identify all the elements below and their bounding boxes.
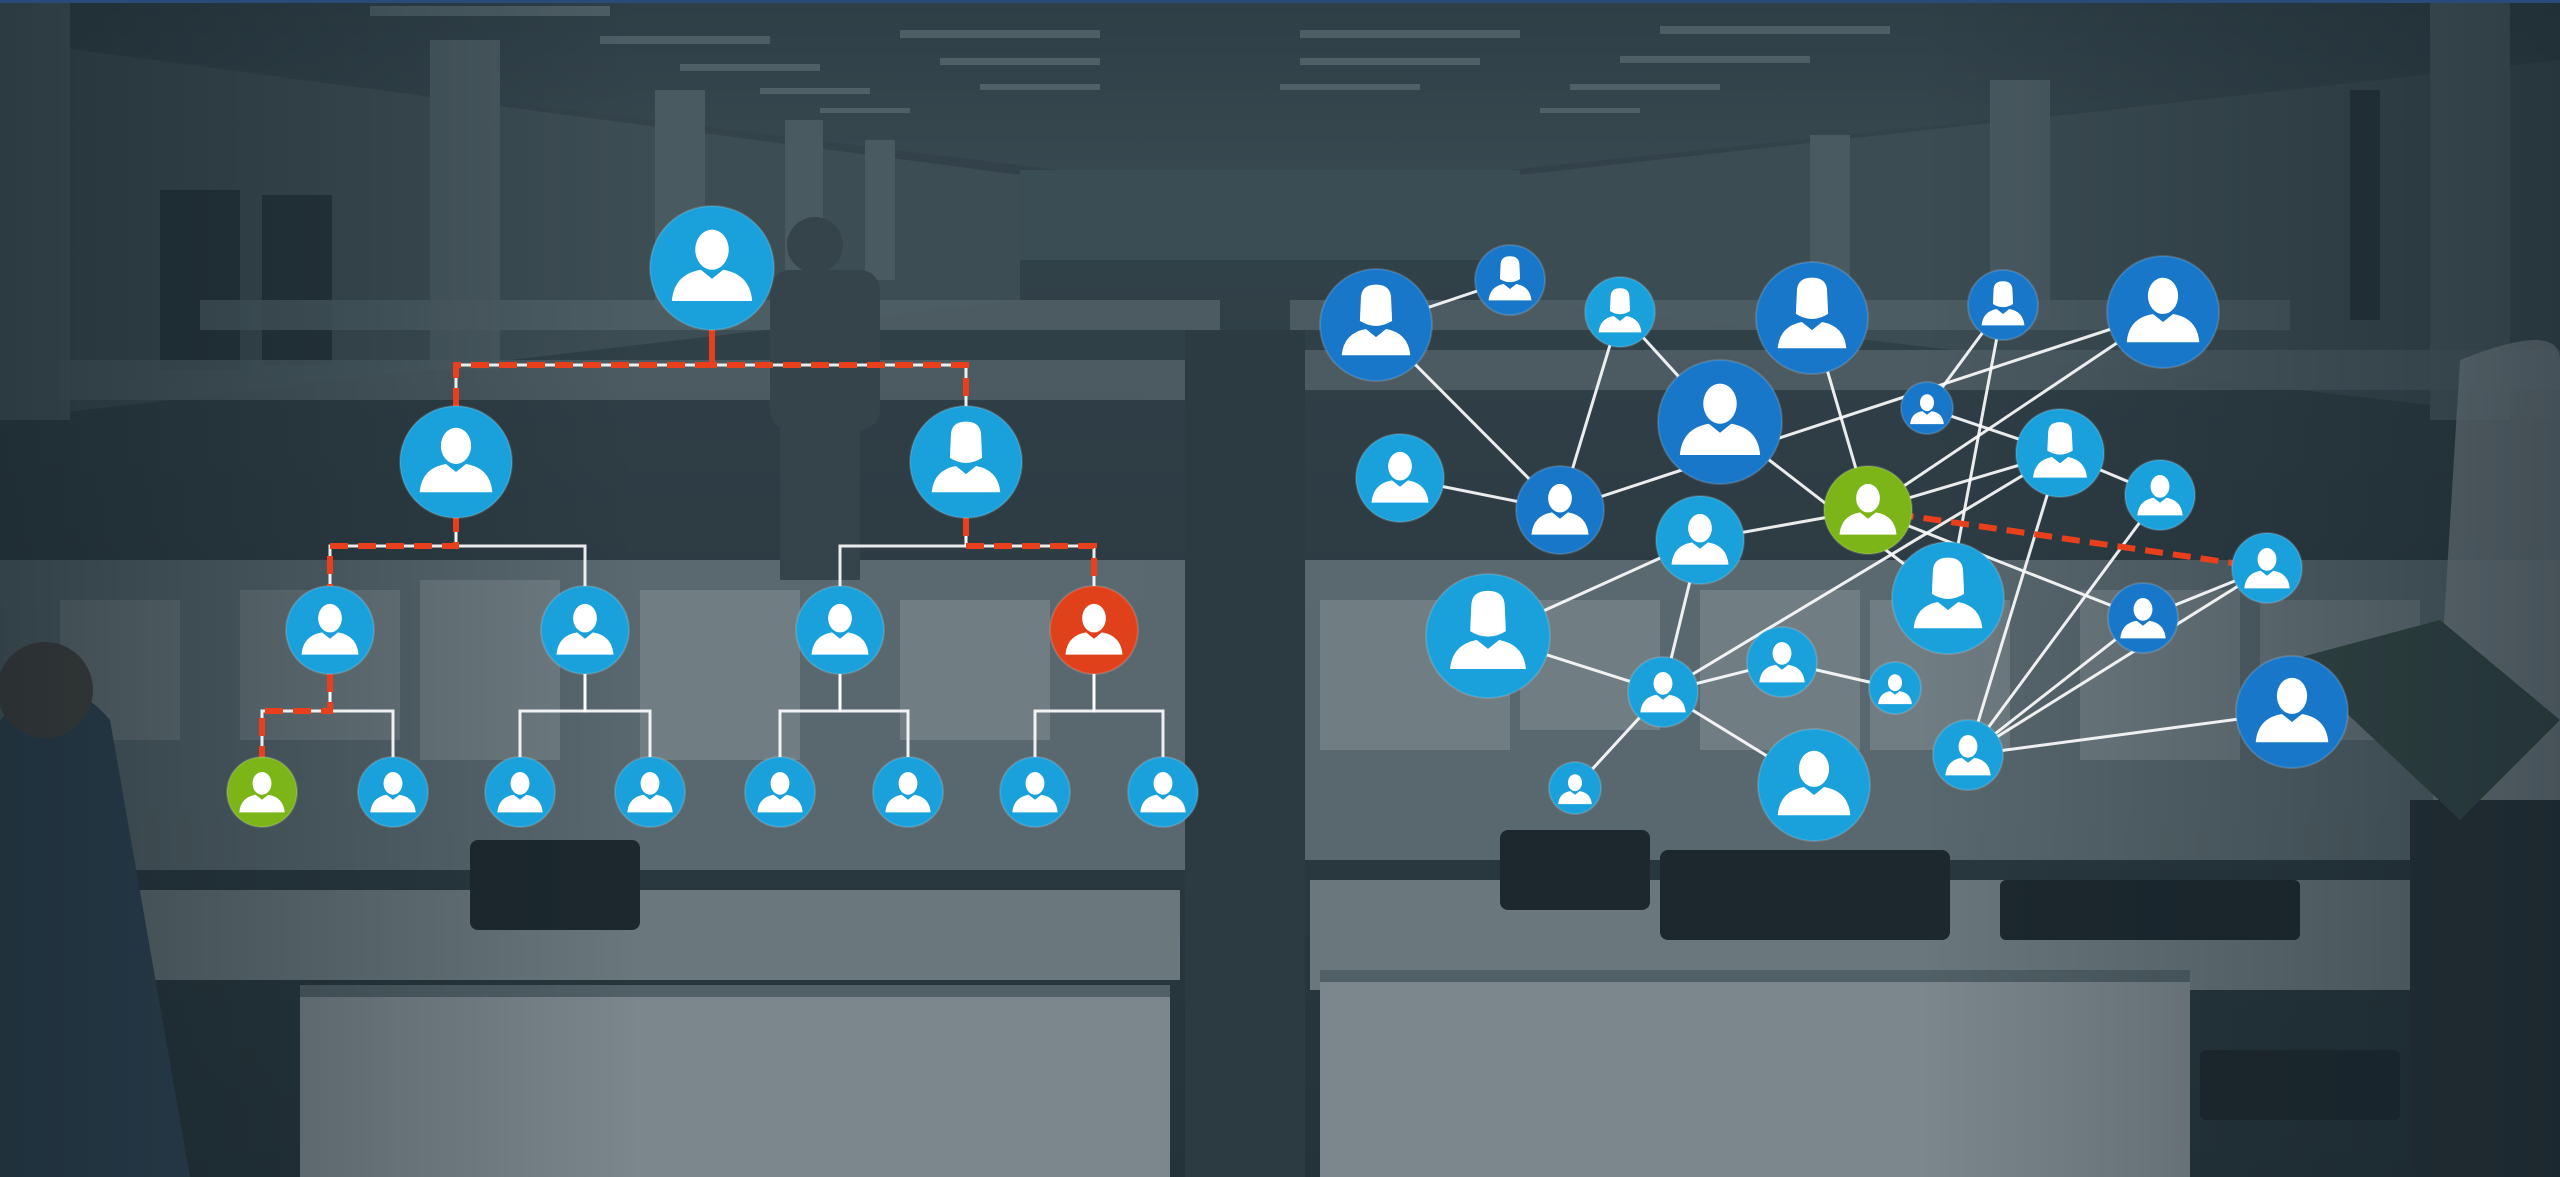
node-n17 [1891,541,2005,655]
node-h_l3g [999,756,1071,828]
node-h_root [649,205,775,331]
node-h_l1a [399,405,513,519]
node-h_l2c [795,585,885,675]
node-n15 [1655,495,1745,585]
office-network-illustration [0,0,2560,1177]
node-n21 [1548,761,1602,815]
node-h_l3h [1127,756,1199,828]
node-n24 [1868,661,1922,715]
node-n7 [1900,381,1954,435]
node-n1 [1319,268,1433,382]
node-n12 [2015,408,2105,498]
node-n19 [1627,656,1699,728]
node-n20 [1746,626,1818,698]
node-h_l3f [872,756,944,828]
office-background [0,0,2560,1177]
node-h_l2d [1049,585,1139,675]
node-n22 [1757,728,1871,842]
node-h_l2b [540,585,630,675]
node-h_l3e [744,756,816,828]
node-n5 [1967,269,2039,341]
node-n18 [2107,582,2179,654]
node-n8 [1355,433,1445,523]
node-n23 [1932,719,2004,791]
node-n25 [2235,655,2349,769]
node-n13 [2124,459,2196,531]
node-n10 [2106,255,2220,369]
node-h_l2a [285,585,375,675]
node-n9 [1515,465,1605,555]
node-h_l3c [484,756,556,828]
node-h_l3d [614,756,686,828]
node-n2 [1474,244,1546,316]
node-n4 [1755,261,1869,375]
node-h_l3b [357,756,429,828]
node-n16 [1425,573,1551,699]
node-n11 [1823,465,1913,555]
node-h_l3a [226,756,298,828]
node-n6 [1657,359,1783,485]
node-n3 [1584,276,1656,348]
node-h_l1b [909,405,1023,519]
node-n14 [2231,532,2303,604]
